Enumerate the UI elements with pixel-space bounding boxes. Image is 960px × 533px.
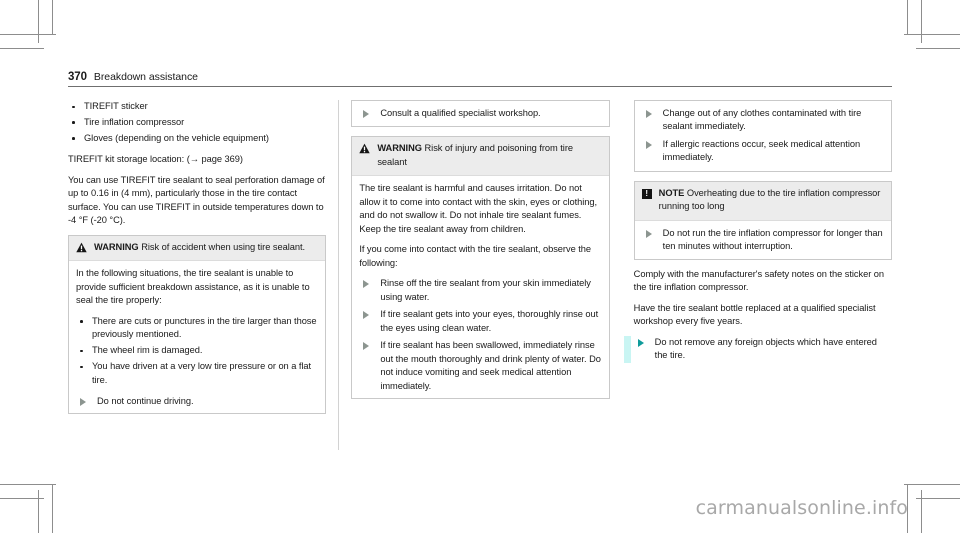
- warning-paragraph: The tire sealant is harmful and causes i…: [359, 183, 598, 234]
- action-triangle-icon: [363, 110, 370, 118]
- warning-box-accident: WARNING Risk of accident when using tire…: [68, 234, 327, 415]
- action-text: Do not continue driving.: [97, 395, 194, 406]
- note-box-overheating: ! NOTE Overheating due to the tire infla…: [633, 180, 892, 260]
- closing-paragraph: Comply with the manufacturer's safety no…: [633, 268, 885, 293]
- action-triangle-icon: [637, 338, 644, 347]
- list-item: Do not continue driving.: [76, 395, 318, 408]
- crop-mark-top-right: [921, 0, 922, 43]
- action-triangle-icon: [645, 229, 652, 238]
- warning-action-list: Do not continue driving.: [76, 395, 318, 408]
- action-text: Do not remove any foreign objects which …: [654, 336, 877, 361]
- action-text: Do not run the tire inflation compressor…: [662, 227, 883, 252]
- list-item: TIREFIT sticker: [68, 100, 326, 113]
- action-text: Rinse off the tire sealant from your ski…: [380, 278, 591, 302]
- action-triangle-icon: [363, 280, 370, 289]
- list-item: Do not run the tire inflation compressor…: [642, 227, 884, 254]
- list-item: If tire sealant gets into your eyes, tho…: [359, 308, 601, 335]
- crop-mark-bottom-left: [0, 484, 56, 485]
- action-text: If tire sealant gets into your eyes, tho…: [380, 309, 599, 333]
- page-header: 370 Breakdown assistance: [68, 71, 892, 87]
- closing-paragraph: Have the tire sealant bottle replaced at…: [633, 302, 876, 327]
- note-box-body: Do not run the tire inflation compressor…: [634, 219, 891, 259]
- list-item: There are cuts or punctures in the tire …: [76, 315, 318, 342]
- warning-box-body: In the following situations, the tire se…: [69, 260, 326, 413]
- first-aid-action-list: Rinse off the tire sealant from your ski…: [359, 277, 601, 393]
- note-exclamation-icon: !: [641, 188, 652, 199]
- warning-box-header: WARNING Risk of injury and poisoning fro…: [352, 137, 609, 176]
- note-box-header: ! NOTE Overheating due to the tire infla…: [634, 181, 891, 220]
- crop-mark-bottom-left: [0, 498, 44, 499]
- page-columns: TIREFIT sticker Tire inflation compresso…: [68, 100, 892, 450]
- continued-actions-box: Change out of any clothes contaminated w…: [633, 100, 892, 172]
- list-item: The wheel rim is damaged.: [76, 344, 318, 357]
- crop-mark-top-right: [904, 34, 960, 35]
- warning-headline: Risk of accident when using tire sealant…: [141, 241, 306, 252]
- crop-mark-bottom-left: [52, 485, 53, 533]
- consult-action-list: Consult a qualified specialist workshop.: [359, 107, 601, 120]
- action-text: Change out of any clothes contaminated w…: [662, 108, 862, 132]
- warning-paragraph: If you come into contact with the tire s…: [359, 244, 591, 268]
- note-label: NOTE: [658, 187, 685, 198]
- crop-mark-top-left: [0, 48, 44, 49]
- warning-condition-list: There are cuts or punctures in the tire …: [76, 315, 318, 387]
- page-number: 370: [68, 71, 87, 83]
- action-triangle-icon: [363, 342, 370, 351]
- list-item: Change out of any clothes contaminated w…: [642, 107, 884, 134]
- warning-box-body: The tire sealant is harmful and causes i…: [352, 175, 609, 398]
- warning-label: WARNING: [94, 241, 139, 252]
- crop-mark-top-left: [52, 0, 53, 34]
- storage-location-text: TIREFIT kit storage location: (→ page 36…: [68, 154, 243, 165]
- changed-content-region: Do not remove any foreign objects which …: [623, 335, 892, 363]
- warning-triangle-icon: [76, 242, 87, 253]
- crop-mark-bottom-right: [921, 490, 922, 533]
- action-triangle-icon: [645, 110, 652, 118]
- tirefit-intro-paragraph: You can use TIREFIT tire sealant to seal…: [68, 174, 325, 226]
- list-item: If allergic reactions occur, seek medica…: [642, 138, 884, 165]
- action-text: Consult a qualified specialist workshop.: [380, 108, 541, 118]
- note-headline: Overheating due to the tire inflation co…: [658, 187, 881, 212]
- crop-mark-top-left: [0, 34, 56, 35]
- action-text: If tire sealant has been swallowed, imme…: [380, 340, 601, 391]
- list-item: Rinse off the tire sealant from your ski…: [359, 277, 601, 304]
- crop-mark-top-left: [38, 0, 39, 43]
- warning-intro-paragraph: In the following situations, the tire se…: [76, 268, 310, 306]
- column-1: TIREFIT sticker Tire inflation compresso…: [68, 100, 327, 450]
- action-triangle-icon: [645, 140, 652, 149]
- list-item: Gloves (depending on the vehicle equipme…: [68, 132, 326, 145]
- column-2: Consult a qualified specialist workshop.…: [338, 100, 610, 450]
- action-text: If allergic reactions occur, seek medica…: [662, 138, 861, 163]
- crop-mark-top-right: [916, 48, 960, 49]
- crop-mark-bottom-right: [904, 484, 960, 485]
- warning-box-header-text: WARNING Risk of accident when using tire…: [94, 241, 305, 254]
- tirefit-kit-list: TIREFIT sticker Tire inflation compresso…: [68, 100, 326, 145]
- warning-box-poisoning: WARNING Risk of injury and poisoning fro…: [351, 136, 610, 399]
- note-action-list: Do not run the tire inflation compressor…: [642, 227, 884, 254]
- consult-workshop-box: Consult a qualified specialist workshop.: [351, 100, 610, 128]
- note-box-header-text: NOTE Overheating due to the tire inflati…: [659, 187, 884, 214]
- action-triangle-icon: [363, 311, 370, 320]
- action-triangle-icon: [80, 397, 86, 406]
- list-item: You have driven at a very low tire press…: [76, 360, 318, 387]
- warning-box-header: WARNING Risk of accident when using tire…: [69, 235, 326, 261]
- list-item: Tire inflation compressor: [68, 116, 326, 129]
- list-item: If tire sealant has been swallowed, imme…: [359, 339, 601, 393]
- chapter-title: Breakdown assistance: [93, 71, 198, 83]
- foreign-object-action-list: Do not remove any foreign objects which …: [634, 336, 892, 363]
- crop-mark-top-right: [907, 0, 908, 34]
- list-item: Do not remove any foreign objects which …: [634, 336, 892, 363]
- column-3: Change out of any clothes contaminated w…: [622, 100, 892, 450]
- crop-mark-bottom-right: [916, 498, 960, 499]
- continued-action-list: Change out of any clothes contaminated w…: [642, 107, 884, 165]
- warning-label: WARNING: [377, 143, 422, 154]
- change-bar: [623, 335, 631, 363]
- warning-box-header-text: WARNING Risk of injury and poisoning fro…: [377, 142, 601, 169]
- site-watermark: carmanualsonline.info: [695, 497, 908, 519]
- warning-triangle-icon: [359, 143, 371, 154]
- header-rule: [68, 86, 892, 87]
- list-item: Consult a qualified specialist workshop.: [359, 107, 601, 120]
- crop-mark-bottom-left: [38, 490, 39, 533]
- page-header-row: 370 Breakdown assistance: [68, 71, 892, 86]
